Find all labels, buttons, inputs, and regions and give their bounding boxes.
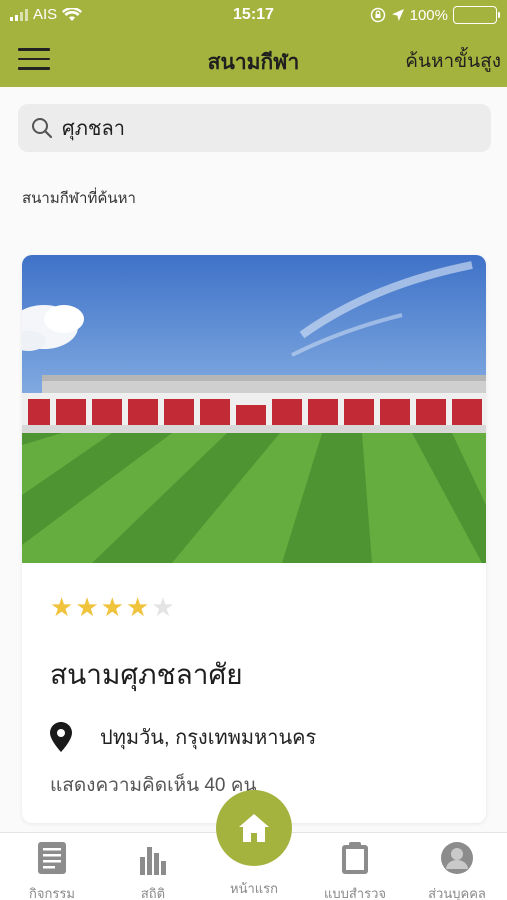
search-input[interactable] (62, 112, 482, 144)
document-list-icon (38, 842, 66, 874)
tab-survey[interactable]: แบบสำรวจ (310, 839, 400, 900)
results-section-label: สนามกีฬาที่ค้นหา (22, 190, 136, 207)
location-row: ปทุมวัน, กรุงเทพมหานคร (50, 721, 316, 753)
map-pin-icon (50, 722, 72, 752)
battery-icon (453, 6, 500, 24)
home-icon (239, 814, 269, 842)
star-filled-icon: ★ (100, 592, 126, 622)
search-bar[interactable] (18, 104, 491, 152)
star-empty-icon: ★ (151, 592, 177, 622)
stadium-card[interactable]: ★★★★★ สนามศุภชลาศัย ปทุมวัน, กรุงเทพมหาน… (22, 255, 486, 823)
tab-home-label: หน้าแรก (230, 881, 278, 896)
venue-location: ปทุมวัน, กรุงเทพมหานคร (100, 727, 317, 749)
tab-survey-label: แบบสำรวจ (323, 886, 387, 900)
bar-chart-icon (140, 847, 166, 875)
stadium-photo (22, 255, 486, 563)
comments-count[interactable]: แสดงความคิดเห็น 40 คน (50, 770, 256, 800)
tab-profile[interactable]: ส่วนบุคคล (412, 839, 502, 900)
venue-name: สนามศุภชลาศัย (50, 659, 243, 690)
tab-activities[interactable]: กิจกรรม (7, 839, 97, 900)
location-arrow-icon (391, 9, 404, 21)
rating-stars: ★★★★★ (50, 592, 177, 623)
user-icon (441, 842, 473, 874)
tab-stats[interactable]: สถิติ (108, 839, 198, 900)
search-icon (32, 118, 53, 139)
tab-profile-label: ส่วนบุคคล (428, 886, 486, 900)
status-bar: AIS 15:17 100% (0, 0, 507, 30)
top-bar: AIS 15:17 100% สนามกีฬา ค้นหาขั้นสูง (0, 0, 507, 87)
star-filled-icon: ★ (125, 592, 152, 622)
advanced-search-link[interactable]: ค้นหาขั้นสูง (405, 46, 501, 76)
home-button[interactable] (216, 790, 292, 866)
orientation-lock-icon (370, 7, 385, 23)
star-filled-icon: ★ (50, 592, 76, 622)
battery-percent: 100% (409, 6, 448, 24)
tab-stats-label: สถิติ (140, 886, 166, 900)
clipboard-icon (342, 842, 368, 874)
tab-activities-label: กิจกรรม (29, 886, 75, 900)
star-filled-icon: ★ (75, 592, 101, 622)
